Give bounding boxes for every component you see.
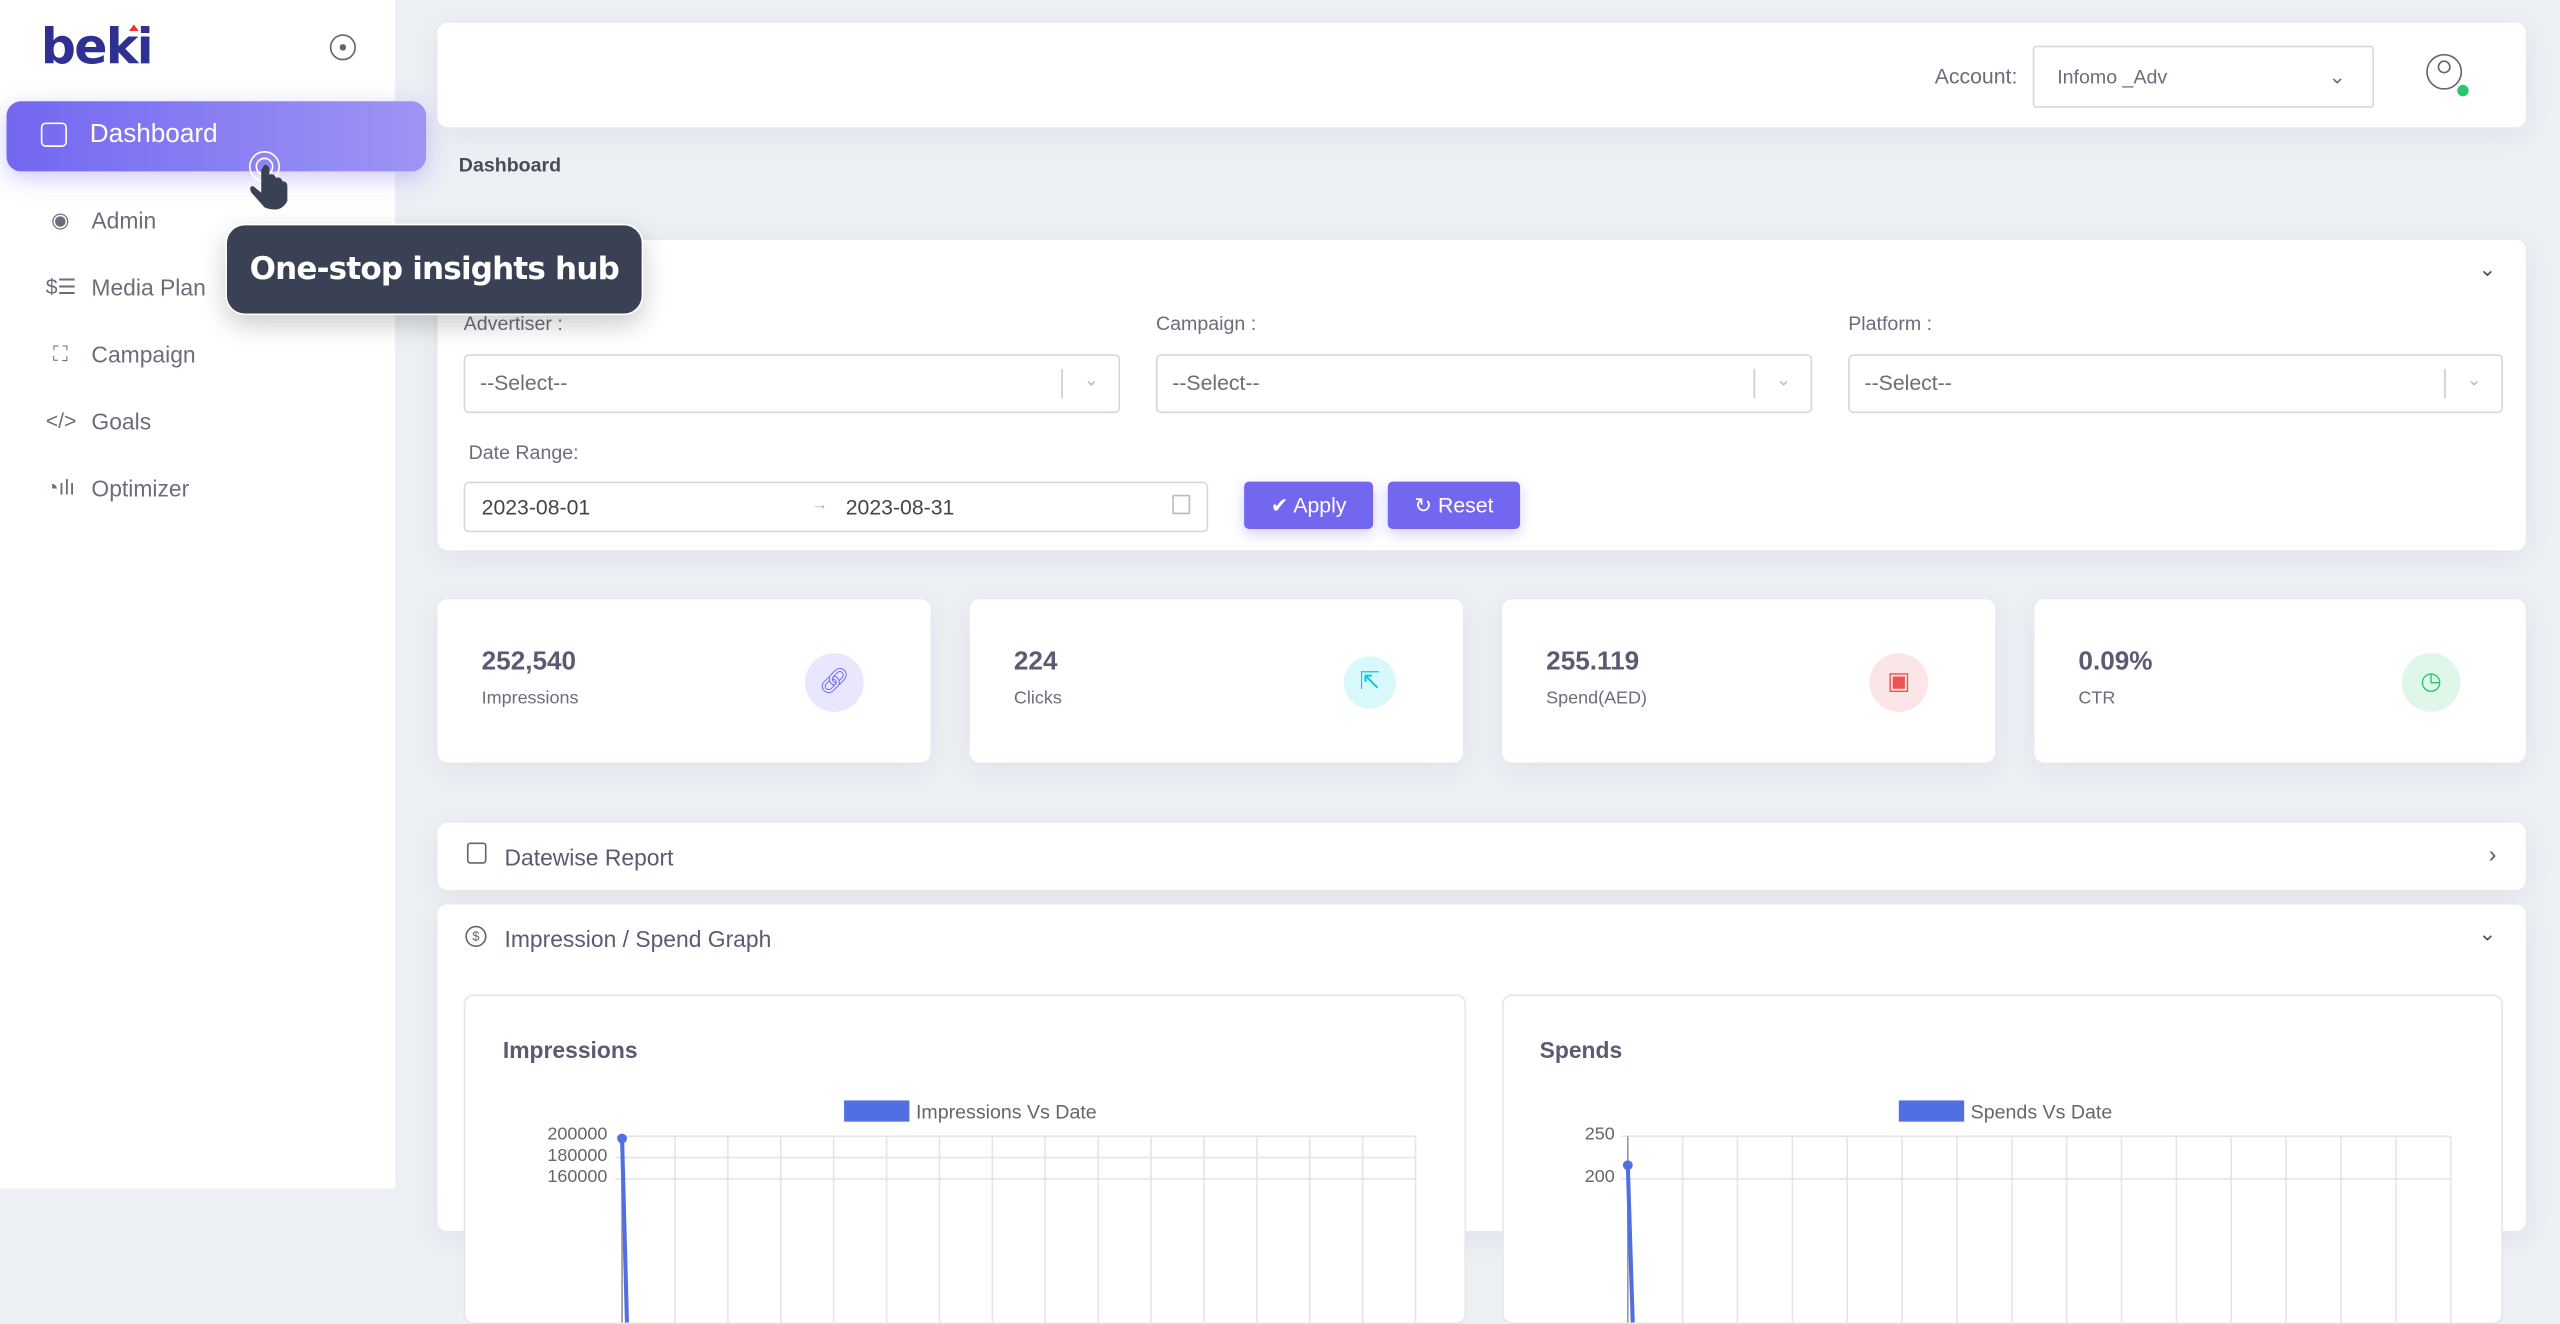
data-point: [617, 1133, 627, 1144]
y-tick-label: 180000: [547, 1146, 608, 1166]
code-icon: </>: [45, 408, 77, 433]
sidebar-item-label: Dashboard: [89, 120, 218, 149]
chevron-right-icon[interactable]: ›: [2489, 841, 2497, 867]
chevron-down-icon: ⌄: [2328, 63, 2347, 89]
check-circle-icon: ✔: [1270, 493, 1289, 518]
platform-select[interactable]: --Select-- ⌄: [1848, 354, 2503, 414]
y-tick-label: 200000: [547, 1124, 608, 1145]
advertiser-label: Advertiser :: [463, 311, 563, 335]
y-tick-label: 250: [1584, 1124, 1615, 1145]
data-point: [1622, 1160, 1633, 1171]
stat-card-impressions: 252,540 Impressions 🔗︎: [437, 599, 931, 763]
spends-chart-card: Spends Spends Vs Date 250 200: [1502, 994, 2503, 1324]
dollar-database-icon: $☰: [45, 274, 77, 299]
date-range-picker[interactable]: 2023-08-01 → 2023-08-31: [463, 481, 1209, 533]
chevron-down-icon: ⌄: [1776, 370, 1792, 391]
arrow-right-icon: →: [811, 496, 828, 515]
chart-bars-icon: ◔ılı: [45, 475, 76, 500]
pie-chart-icon: ◷: [2401, 653, 2461, 712]
sidebar-item-goals[interactable]: </> Goals: [0, 398, 395, 447]
select-placeholder: --Select--: [1864, 370, 1952, 396]
stat-label: CTR: [2078, 688, 2116, 709]
y-tick-label: 200: [1584, 1167, 1615, 1187]
section-title: Impression / Spend Graph: [504, 925, 772, 952]
logo-accent: [128, 24, 139, 32]
campaign-label: Campaign :: [1155, 311, 1257, 335]
sidebar-item-label: Optimizer: [91, 475, 190, 502]
sidebar-item-label: Media Plan: [91, 274, 206, 301]
stat-value: 0.09%: [2078, 648, 2153, 676]
stat-card-ctr: 0.09% CTR ◷: [2034, 599, 2526, 763]
select-placeholder: --Select--: [480, 370, 568, 396]
campaign-select[interactable]: --Select-- ⌄: [1155, 354, 1813, 414]
rotate-icon: ↻: [1414, 493, 1433, 518]
spends-line-chart: [1621, 1135, 2452, 1323]
stat-value: 255.119: [1546, 648, 1640, 676]
section-title: Datewise Report: [504, 844, 674, 871]
stat-value: 252,540: [481, 648, 577, 676]
online-status-dot: [2457, 84, 2469, 97]
stat-card-clicks: 224 Clicks ⇱: [969, 599, 1463, 763]
advertiser-select[interactable]: --Select-- ⌄: [463, 354, 1121, 414]
user-avatar-icon[interactable]: [2426, 53, 2463, 90]
collapse-graph-chevron-icon[interactable]: ⌄: [2479, 921, 2497, 947]
link-icon: 🔗︎: [804, 653, 864, 712]
stat-value: 224: [1013, 648, 1058, 676]
impression-spend-graph-section: $ Impression / Spend Graph ⌄ Impressions…: [437, 904, 2526, 1324]
cursor-click-icon: ⇱: [1343, 656, 1396, 709]
stat-label: Clicks: [1013, 688, 1062, 709]
chevron-down-icon: ⌄: [1083, 370, 1099, 391]
datewise-report-section[interactable]: Datewise Report ›: [437, 822, 2526, 890]
calendar-icon: [466, 842, 487, 864]
y-tick-label: 160000: [547, 1167, 608, 1187]
top-header: Account: Infomo _Adv ⌄: [437, 22, 2526, 128]
platform-label: Platform :: [1848, 311, 1933, 335]
stat-label: Impressions: [481, 688, 579, 709]
sidebar: beki Dashboard ◉ Admin $☰ Media Plan ⛶ C…: [0, 0, 427, 1189]
calendar-icon: [1172, 494, 1191, 515]
apply-button[interactable]: ✔ Apply: [1244, 481, 1374, 529]
apply-label: Apply: [1293, 493, 1347, 518]
reset-button[interactable]: ↻ Reset: [1387, 481, 1521, 529]
date-range-label: Date Range:: [468, 440, 579, 464]
impressions-chart-card: Impressions Impressions Vs Date 200000 1…: [463, 994, 1467, 1324]
user-circle-icon: ◉: [51, 207, 70, 232]
sidebar-item-label: Admin: [91, 207, 157, 234]
sidebar-item-optimizer[interactable]: ◔ılı Optimizer: [0, 465, 395, 514]
sidebar-item-campaign[interactable]: ⛶ Campaign: [0, 331, 395, 380]
date-end-input[interactable]: 2023-08-31: [846, 495, 955, 519]
sidebar-item-label: Goals: [91, 408, 152, 435]
dollar-circle-icon: $: [465, 925, 487, 947]
account-value: Infomo _Adv: [2057, 65, 2168, 89]
impressions-line-chart: [615, 1133, 1417, 1323]
sidebar-item-label: Campaign: [91, 341, 196, 368]
collapse-filter-chevron-icon[interactable]: ⌄: [2479, 256, 2497, 282]
sidebar-item-dashboard[interactable]: Dashboard: [6, 101, 427, 172]
tooltip: One-stop insights hub: [225, 223, 644, 316]
date-start-input[interactable]: 2023-08-01: [482, 495, 591, 519]
filter-panel: ⌄ Advertiser : Campaign : Platform : --S…: [437, 240, 2526, 551]
select-placeholder: --Select--: [1172, 370, 1260, 396]
stat-card-spend: 255.119 Spend(AED) ▣: [1502, 599, 1996, 763]
target-icon: ⛶: [52, 341, 68, 366]
wallet-icon: ▣: [1869, 653, 1929, 712]
account-label: Account:: [1934, 63, 2018, 89]
home-icon: [40, 122, 67, 147]
reset-label: Reset: [1438, 493, 1494, 518]
stat-label: Spend(AED): [1546, 688, 1648, 709]
pointer-hand-icon: [248, 151, 288, 210]
collapse-sidebar-icon[interactable]: [329, 34, 356, 61]
page-title: Dashboard: [458, 153, 562, 177]
chevron-down-icon: ⌄: [2466, 370, 2482, 391]
account-select[interactable]: Infomo _Adv ⌄: [2032, 45, 2374, 108]
